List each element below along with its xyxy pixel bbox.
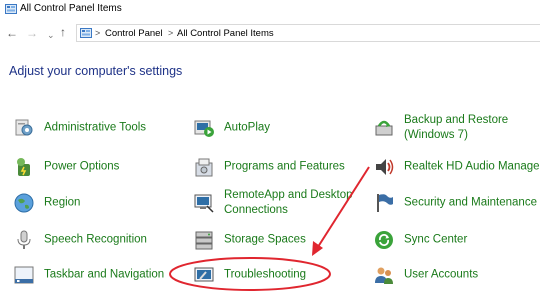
cp-item-label: Storage Spaces <box>224 233 306 246</box>
admin-tools-icon <box>15 119 33 136</box>
cp-item-label: Backup and Restore (Windows 7) <box>404 114 509 141</box>
cp-item-label: Programs and Features <box>224 160 345 173</box>
security-flag-icon <box>377 194 393 212</box>
cp-item-label: Troubleshooting <box>224 268 307 281</box>
realtek-audio-icon <box>376 159 394 175</box>
cp-item-label: User Accounts <box>404 268 479 281</box>
breadcrumb-all-items[interactable]: All Control Panel Items <box>177 28 274 39</box>
breadcrumb-separator: > <box>168 28 174 38</box>
cp-item-label: RemoteApp and Desktop Connections <box>224 189 353 216</box>
annotation-arrowhead-icon <box>312 241 323 256</box>
user-accounts-icon <box>375 267 393 284</box>
remoteapp-icon <box>194 194 214 213</box>
address-field[interactable]: > Control Panel > All Control Panel Item… <box>76 24 540 42</box>
cp-item-label: Realtek HD Audio Manager <box>404 160 540 173</box>
forward-arrow-icon[interactable]: → <box>26 26 38 40</box>
back-arrow-icon[interactable]: ← <box>6 26 18 40</box>
control-panel-icon <box>5 4 17 14</box>
troubleshooting-icon <box>194 267 214 282</box>
cp-item-label: Power Options <box>44 160 120 173</box>
storage-spaces-icon <box>195 231 213 250</box>
cp-item-label: Taskbar and Navigation <box>44 268 165 281</box>
breadcrumb-separator: > <box>95 28 101 38</box>
breadcrumb-control-panel[interactable]: Control Panel <box>105 28 163 39</box>
up-arrow-icon[interactable]: ↑ <box>60 25 66 39</box>
recent-locations-chevron-icon[interactable]: ⌄ <box>47 28 55 42</box>
cp-item-label: Sync Center <box>404 233 468 246</box>
cp-item-label: Region <box>44 196 81 209</box>
programs-features-icon <box>195 158 213 177</box>
sync-center-icon <box>375 231 393 249</box>
backup-restore-icon <box>375 120 393 136</box>
window-titlebar: All Control Panel Items <box>0 0 540 20</box>
cp-item-label: Security and Maintenance <box>404 196 537 209</box>
power-options-icon <box>17 158 30 176</box>
cp-item-label: Administrative Tools <box>44 121 147 134</box>
control-panel-icon <box>80 28 92 38</box>
region-globe-icon <box>14 193 34 213</box>
address-bar: ← → ⌄ ↑ > Control Panel > All Control Pa… <box>0 24 540 44</box>
annotation-overlay <box>169 166 370 291</box>
microphone-icon <box>17 230 31 249</box>
cp-item-label: Speech Recognition <box>44 233 147 246</box>
page-subtitle: Adjust your computer's settings <box>9 64 183 78</box>
window-title: All Control Panel Items <box>20 3 122 14</box>
autoplay-icon <box>194 120 214 137</box>
cp-item-label: AutoPlay <box>224 121 271 134</box>
taskbar-icon <box>14 266 34 284</box>
